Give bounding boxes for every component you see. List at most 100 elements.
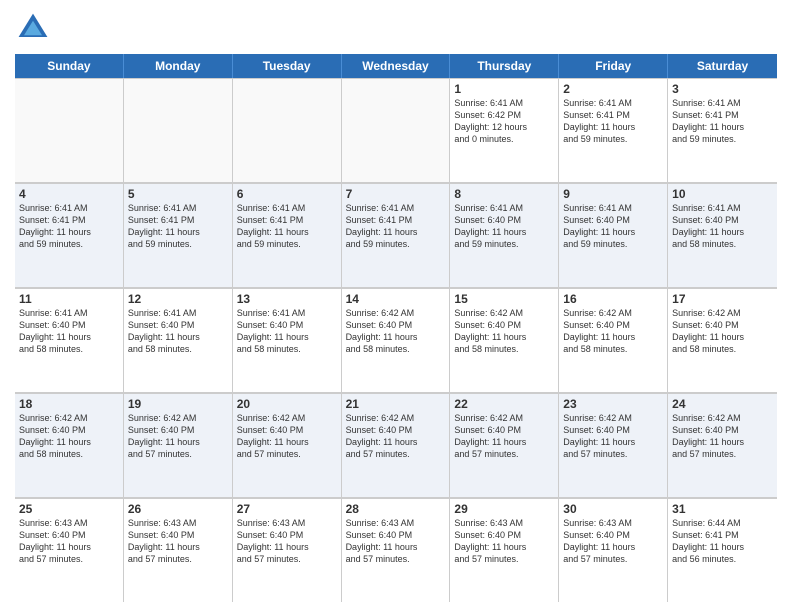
day-number: 9 [563,187,663,201]
day-cell-13: 13Sunrise: 6:41 AMSunset: 6:40 PMDayligh… [233,289,342,392]
day-number: 13 [237,292,337,306]
day-cell-19: 19Sunrise: 6:42 AMSunset: 6:40 PMDayligh… [124,394,233,497]
day-number: 11 [19,292,119,306]
day-cell-23: 23Sunrise: 6:42 AMSunset: 6:40 PMDayligh… [559,394,668,497]
day-number: 26 [128,502,228,516]
day-number: 17 [672,292,773,306]
empty-cell [342,79,451,182]
day-info: Sunrise: 6:42 AMSunset: 6:40 PMDaylight:… [346,307,446,356]
day-number: 6 [237,187,337,201]
empty-cell [15,79,124,182]
day-cell-20: 20Sunrise: 6:42 AMSunset: 6:40 PMDayligh… [233,394,342,497]
day-number: 8 [454,187,554,201]
day-info: Sunrise: 6:41 AMSunset: 6:41 PMDaylight:… [128,202,228,251]
day-number: 25 [19,502,119,516]
day-info: Sunrise: 6:43 AMSunset: 6:40 PMDaylight:… [128,517,228,566]
day-cell-7: 7Sunrise: 6:41 AMSunset: 6:41 PMDaylight… [342,184,451,287]
day-number: 19 [128,397,228,411]
day-info: Sunrise: 6:41 AMSunset: 6:41 PMDaylight:… [346,202,446,251]
day-info: Sunrise: 6:42 AMSunset: 6:40 PMDaylight:… [19,412,119,461]
calendar-body: 1Sunrise: 6:41 AMSunset: 6:42 PMDaylight… [15,78,777,602]
day-info: Sunrise: 6:42 AMSunset: 6:40 PMDaylight:… [454,412,554,461]
day-info: Sunrise: 6:43 AMSunset: 6:40 PMDaylight:… [454,517,554,566]
day-info: Sunrise: 6:44 AMSunset: 6:41 PMDaylight:… [672,517,773,566]
calendar-row-3: 18Sunrise: 6:42 AMSunset: 6:40 PMDayligh… [15,393,777,498]
day-info: Sunrise: 6:42 AMSunset: 6:40 PMDaylight:… [672,307,773,356]
day-info: Sunrise: 6:41 AMSunset: 6:41 PMDaylight:… [672,97,773,146]
day-number: 30 [563,502,663,516]
day-cell-27: 27Sunrise: 6:43 AMSunset: 6:40 PMDayligh… [233,499,342,602]
day-info: Sunrise: 6:43 AMSunset: 6:40 PMDaylight:… [346,517,446,566]
day-cell-4: 4Sunrise: 6:41 AMSunset: 6:41 PMDaylight… [15,184,124,287]
day-cell-31: 31Sunrise: 6:44 AMSunset: 6:41 PMDayligh… [668,499,777,602]
day-info: Sunrise: 6:41 AMSunset: 6:41 PMDaylight:… [237,202,337,251]
day-info: Sunrise: 6:42 AMSunset: 6:40 PMDaylight:… [128,412,228,461]
day-info: Sunrise: 6:42 AMSunset: 6:40 PMDaylight:… [237,412,337,461]
day-number: 15 [454,292,554,306]
day-cell-2: 2Sunrise: 6:41 AMSunset: 6:41 PMDaylight… [559,79,668,182]
day-cell-26: 26Sunrise: 6:43 AMSunset: 6:40 PMDayligh… [124,499,233,602]
day-cell-14: 14Sunrise: 6:42 AMSunset: 6:40 PMDayligh… [342,289,451,392]
day-number: 14 [346,292,446,306]
header-day-monday: Monday [124,54,233,78]
header-day-wednesday: Wednesday [342,54,451,78]
day-info: Sunrise: 6:42 AMSunset: 6:40 PMDaylight:… [563,412,663,461]
day-info: Sunrise: 6:43 AMSunset: 6:40 PMDaylight:… [237,517,337,566]
day-cell-6: 6Sunrise: 6:41 AMSunset: 6:41 PMDaylight… [233,184,342,287]
header-day-sunday: Sunday [15,54,124,78]
day-info: Sunrise: 6:41 AMSunset: 6:40 PMDaylight:… [19,307,119,356]
day-cell-21: 21Sunrise: 6:42 AMSunset: 6:40 PMDayligh… [342,394,451,497]
day-number: 16 [563,292,663,306]
day-number: 29 [454,502,554,516]
day-cell-16: 16Sunrise: 6:42 AMSunset: 6:40 PMDayligh… [559,289,668,392]
day-info: Sunrise: 6:43 AMSunset: 6:40 PMDaylight:… [19,517,119,566]
day-number: 27 [237,502,337,516]
day-number: 5 [128,187,228,201]
calendar-row-2: 11Sunrise: 6:41 AMSunset: 6:40 PMDayligh… [15,288,777,393]
day-number: 21 [346,397,446,411]
day-cell-17: 17Sunrise: 6:42 AMSunset: 6:40 PMDayligh… [668,289,777,392]
day-number: 28 [346,502,446,516]
day-cell-10: 10Sunrise: 6:41 AMSunset: 6:40 PMDayligh… [668,184,777,287]
day-cell-28: 28Sunrise: 6:43 AMSunset: 6:40 PMDayligh… [342,499,451,602]
day-number: 2 [563,82,663,96]
header-day-friday: Friday [559,54,668,78]
day-cell-29: 29Sunrise: 6:43 AMSunset: 6:40 PMDayligh… [450,499,559,602]
calendar: SundayMondayTuesdayWednesdayThursdayFrid… [15,54,777,602]
day-number: 7 [346,187,446,201]
day-cell-11: 11Sunrise: 6:41 AMSunset: 6:40 PMDayligh… [15,289,124,392]
day-number: 1 [454,82,554,96]
day-info: Sunrise: 6:42 AMSunset: 6:40 PMDaylight:… [454,307,554,356]
day-cell-18: 18Sunrise: 6:42 AMSunset: 6:40 PMDayligh… [15,394,124,497]
calendar-header: SundayMondayTuesdayWednesdayThursdayFrid… [15,54,777,78]
day-info: Sunrise: 6:41 AMSunset: 6:41 PMDaylight:… [19,202,119,251]
day-cell-12: 12Sunrise: 6:41 AMSunset: 6:40 PMDayligh… [124,289,233,392]
day-cell-24: 24Sunrise: 6:42 AMSunset: 6:40 PMDayligh… [668,394,777,497]
day-cell-1: 1Sunrise: 6:41 AMSunset: 6:42 PMDaylight… [450,79,559,182]
day-number: 22 [454,397,554,411]
day-number: 24 [672,397,773,411]
day-number: 31 [672,502,773,516]
day-info: Sunrise: 6:41 AMSunset: 6:40 PMDaylight:… [128,307,228,356]
day-cell-22: 22Sunrise: 6:42 AMSunset: 6:40 PMDayligh… [450,394,559,497]
day-number: 10 [672,187,773,201]
day-info: Sunrise: 6:42 AMSunset: 6:40 PMDaylight:… [672,412,773,461]
day-info: Sunrise: 6:41 AMSunset: 6:40 PMDaylight:… [672,202,773,251]
day-number: 23 [563,397,663,411]
day-cell-5: 5Sunrise: 6:41 AMSunset: 6:41 PMDaylight… [124,184,233,287]
day-info: Sunrise: 6:41 AMSunset: 6:40 PMDaylight:… [237,307,337,356]
day-number: 20 [237,397,337,411]
day-cell-8: 8Sunrise: 6:41 AMSunset: 6:40 PMDaylight… [450,184,559,287]
empty-cell [124,79,233,182]
calendar-row-0: 1Sunrise: 6:41 AMSunset: 6:42 PMDaylight… [15,78,777,183]
header-day-tuesday: Tuesday [233,54,342,78]
day-info: Sunrise: 6:41 AMSunset: 6:42 PMDaylight:… [454,97,554,146]
day-info: Sunrise: 6:41 AMSunset: 6:40 PMDaylight:… [563,202,663,251]
calendar-row-4: 25Sunrise: 6:43 AMSunset: 6:40 PMDayligh… [15,498,777,602]
calendar-row-1: 4Sunrise: 6:41 AMSunset: 6:41 PMDaylight… [15,183,777,288]
day-cell-25: 25Sunrise: 6:43 AMSunset: 6:40 PMDayligh… [15,499,124,602]
header [15,10,777,46]
day-cell-3: 3Sunrise: 6:41 AMSunset: 6:41 PMDaylight… [668,79,777,182]
day-cell-9: 9Sunrise: 6:41 AMSunset: 6:40 PMDaylight… [559,184,668,287]
day-info: Sunrise: 6:41 AMSunset: 6:41 PMDaylight:… [563,97,663,146]
